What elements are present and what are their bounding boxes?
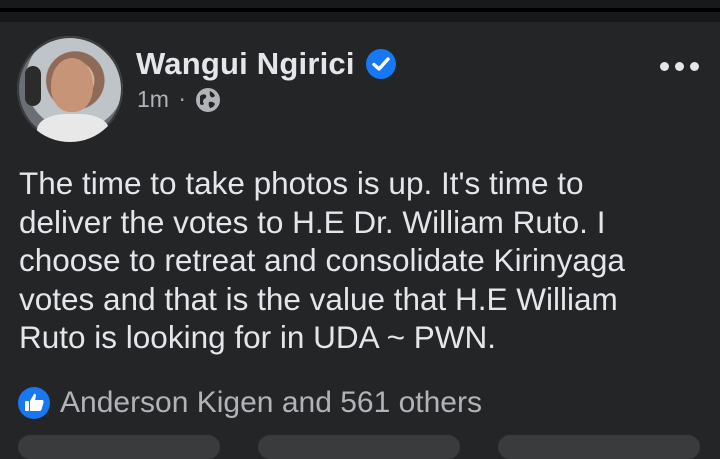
post-timestamp[interactable]: 1m [137, 86, 169, 113]
author-name[interactable]: Wangui Ngirici [136, 46, 355, 82]
verified-badge-icon [365, 49, 396, 79]
avatar-headset [25, 66, 41, 106]
post-meta: 1m · [137, 86, 221, 113]
globe-icon [196, 87, 221, 112]
like-icon [18, 387, 50, 419]
comment-action-button[interactable] [258, 435, 460, 459]
reaction-summary[interactable]: Anderson Kigen and 561 others [17, 386, 482, 420]
share-action-button[interactable] [498, 435, 700, 459]
meta-separator: · [178, 87, 186, 112]
avatar-face [51, 58, 93, 112]
like-action-button[interactable] [18, 435, 220, 459]
avatar-shirt [37, 114, 109, 142]
top-divider [0, 8, 720, 12]
author-avatar[interactable] [17, 36, 123, 142]
more-dot [660, 62, 669, 71]
more-dot [690, 62, 699, 71]
post-body: The time to take photos is up. It's time… [19, 165, 625, 355]
top-bar [0, 0, 720, 22]
author-row: Wangui Ngirici [136, 44, 397, 84]
more-options-icon[interactable] [660, 62, 699, 71]
more-dot [675, 62, 684, 71]
reaction-count-text[interactable]: Anderson Kigen and 561 others [60, 386, 482, 420]
